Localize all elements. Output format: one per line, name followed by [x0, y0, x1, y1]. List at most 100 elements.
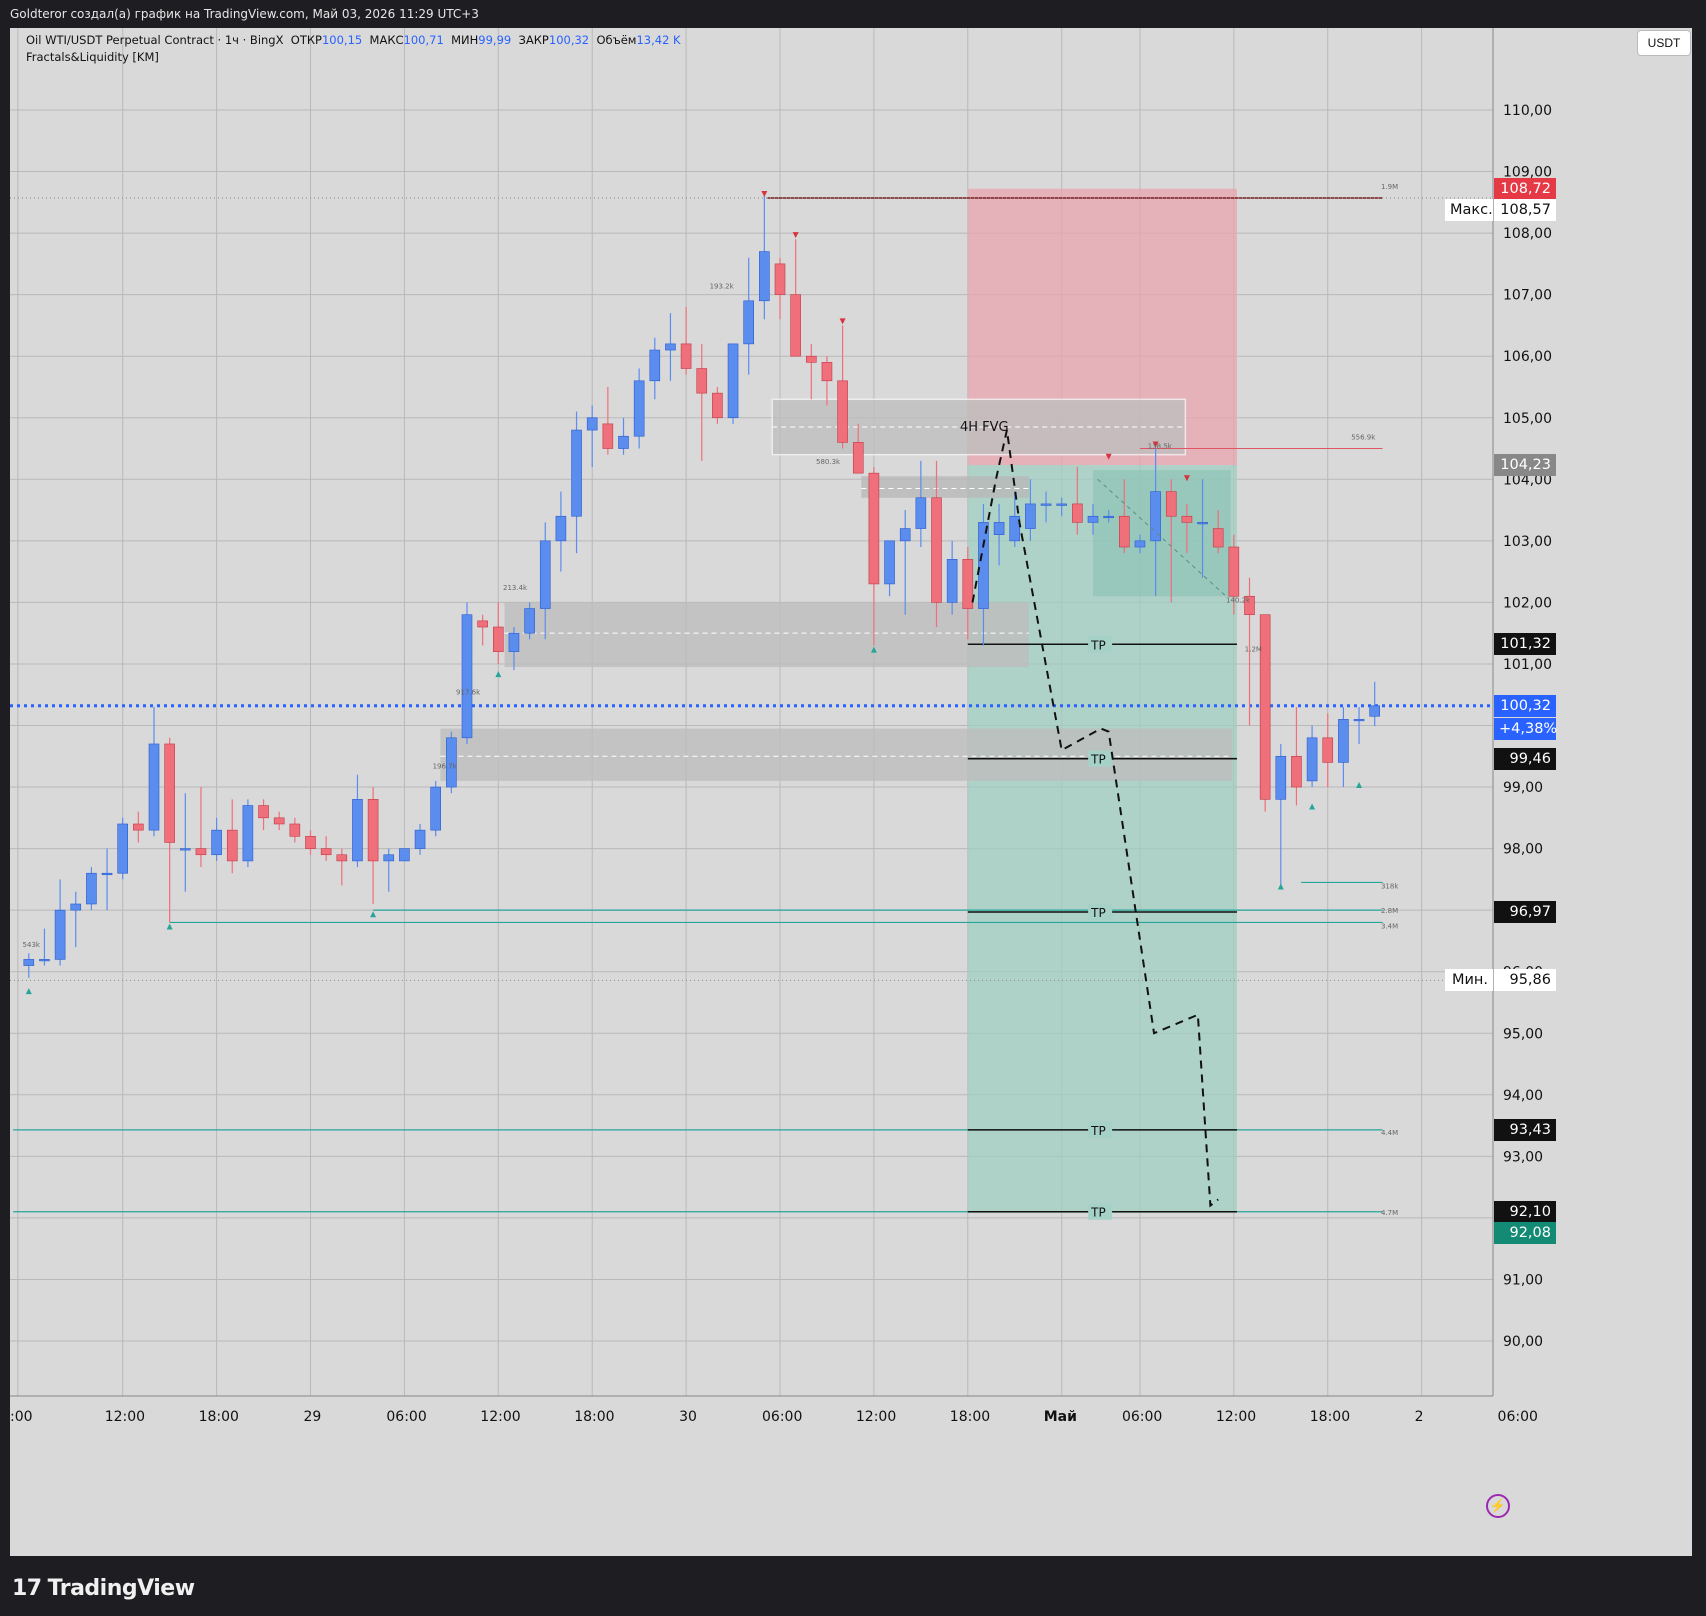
candle-body [696, 368, 708, 394]
candle-body [1212, 528, 1224, 548]
candle-body [759, 251, 770, 302]
x-tick-label: 18:00 [199, 1409, 239, 1425]
candle-body [790, 294, 801, 357]
candle-body [461, 614, 473, 739]
volume-label: 556.9k [1351, 433, 1376, 441]
legend-low-label: МИН [451, 33, 479, 47]
x-tick-label: 12:00 [856, 1409, 896, 1425]
candle-body [101, 872, 113, 876]
candle-body [258, 805, 269, 819]
candle-body [868, 472, 880, 585]
x-tick-label: 2 [1415, 1409, 1424, 1425]
extreme-value: 95,86 [1494, 969, 1556, 992]
volume-label: 193.2k [710, 282, 735, 290]
candle-body [727, 343, 739, 419]
candle-body [1119, 515, 1130, 548]
candle-body [117, 823, 128, 874]
candle-body [273, 817, 285, 825]
x-tick-label: 06:00 [1498, 1409, 1538, 1425]
x-tick-label: 18:00 [574, 1409, 614, 1425]
x-tick-label: 12:00 [105, 1409, 145, 1425]
candle-body [414, 829, 426, 849]
price-tag: 104,23 [1494, 454, 1556, 477]
tp-label: TP [1090, 753, 1106, 767]
legend-indicator[interactable]: Fractals&Liquidity [KM] [26, 49, 681, 66]
volume-label: 196.7k [433, 763, 458, 771]
candle-body [289, 823, 301, 837]
y-tick-label: 91,00 [1503, 1272, 1543, 1288]
chart-frame[interactable]: 4H FVG TP TP TP TP TP 543k 213.4k 917.6k 196.7k… [10, 28, 1692, 1556]
candle-body [242, 805, 254, 862]
y-tick-label: 106,00 [1503, 349, 1552, 365]
volume-label: 580.3k [816, 458, 841, 466]
candle-body [539, 540, 551, 609]
tradingview-logo[interactable]: 𝟭𝟳 TradingView [12, 1576, 195, 1601]
x-tick-label: 30 [679, 1409, 697, 1425]
chart-svg[interactable]: 4H FVG TP TP TP TP TP 543k 213.4k 917.6k 196.7k… [10, 28, 1692, 1556]
candle-body [1228, 546, 1240, 597]
volume-label: 4.7M [1381, 1209, 1398, 1217]
candle-body [586, 417, 598, 431]
candle-body [680, 343, 692, 369]
brand-text: TradingView [47, 1576, 195, 1601]
x-tick-label: 18:00 [950, 1409, 990, 1425]
candle-body [649, 349, 661, 382]
candle-body [352, 799, 363, 862]
price-tag: 108,72 [1494, 177, 1556, 200]
legend-close: 100,32 [548, 33, 590, 47]
x-tick-label: Май [1044, 1409, 1077, 1425]
candle-body [180, 848, 191, 851]
candle-body [1338, 719, 1349, 763]
price-tag: 92,08 [1494, 1222, 1556, 1245]
candle-body [665, 343, 676, 351]
candle-body [1087, 515, 1099, 523]
volume-label: 4.4M [1381, 1129, 1398, 1137]
y-tick-label: 110,00 [1503, 103, 1552, 119]
price-tag: 92,10 [1494, 1200, 1556, 1223]
candle-body [852, 442, 864, 474]
price-tag: 96,97 [1494, 900, 1556, 923]
candle-body [1291, 755, 1302, 788]
tp-label: TP [1090, 1124, 1106, 1138]
candle-body [884, 540, 895, 585]
volume-label: 213.4k [503, 584, 528, 592]
legend-low: 99,99 [478, 33, 512, 47]
candle-body [1025, 503, 1036, 529]
candle-body [821, 362, 833, 382]
candle-body [618, 435, 629, 449]
legend-volume-label: Объём [596, 33, 637, 47]
candle-body [1134, 540, 1146, 548]
candle-body [712, 392, 723, 419]
candle-body [477, 620, 488, 628]
candle-body [774, 263, 786, 295]
y-tick-label: 103,00 [1503, 534, 1552, 550]
candle-body [1056, 503, 1067, 506]
legend: Oil WTI/USDT Perpetual Contract · 1ч · B… [26, 32, 681, 66]
candle-body [837, 380, 848, 443]
price-tag: 99,46 [1494, 747, 1556, 770]
candle-body [399, 848, 410, 862]
candle-body [305, 835, 316, 849]
currency-button[interactable]: USDT [1637, 30, 1691, 56]
legend-open-label: ОТКР [290, 33, 322, 47]
candle-body [633, 380, 645, 437]
y-tick-label: 105,00 [1503, 411, 1552, 427]
candle-body [931, 497, 942, 603]
x-tick-label: 12:00 [1216, 1409, 1256, 1425]
x-tick-label: 29 [304, 1409, 322, 1425]
candle-body [226, 829, 238, 862]
lightning-icon[interactable]: ⚡ [1486, 1494, 1510, 1518]
legend-open: 100,15 [321, 33, 363, 47]
candle-body [1181, 515, 1193, 523]
candle-body [320, 848, 332, 856]
candle-body [1369, 705, 1380, 717]
fvg-box-small [861, 476, 1029, 498]
candle-body [23, 959, 35, 966]
candle-body [164, 743, 175, 843]
y-tick-label: 95,00 [1503, 1026, 1543, 1042]
candle-body [915, 497, 927, 529]
y-tick-label: 102,00 [1503, 595, 1552, 611]
y-tick-label: 94,00 [1503, 1088, 1543, 1104]
candle-body [1322, 737, 1334, 763]
candle-body [508, 632, 520, 652]
